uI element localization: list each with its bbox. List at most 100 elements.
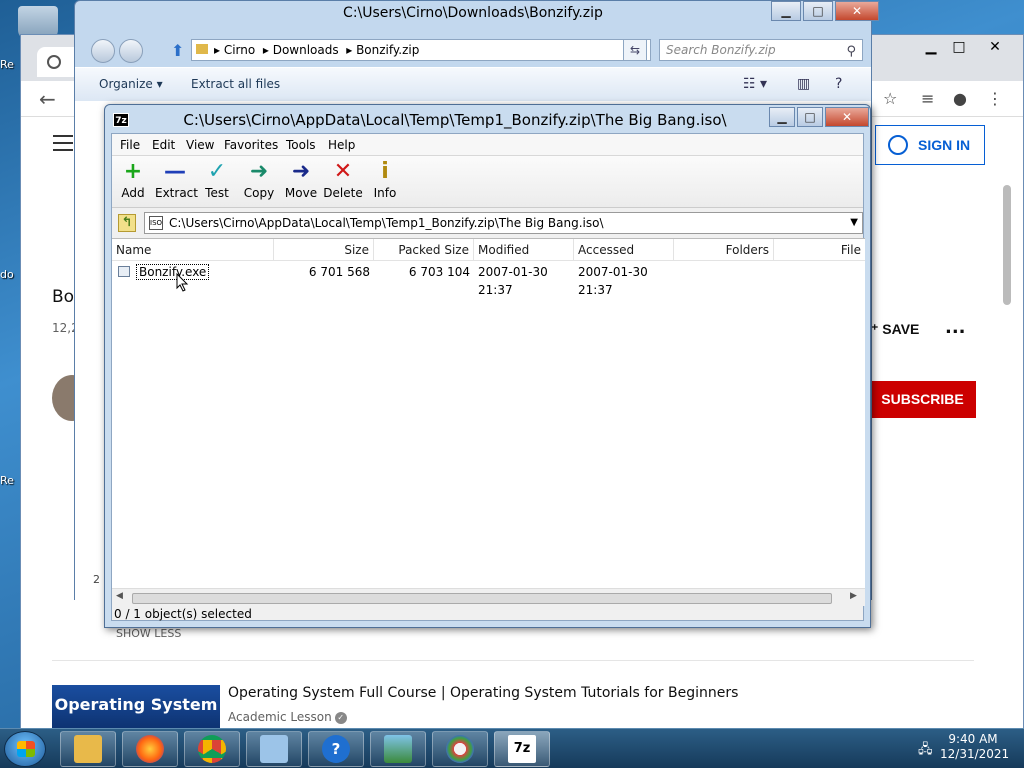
column-accessed[interactable]: Accessed: [574, 239, 674, 261]
organize-button[interactable]: Organize ▾: [99, 77, 163, 91]
video-thumbnail[interactable]: Operating System: [52, 685, 220, 728]
extract-button[interactable]: — Extract: [155, 158, 198, 200]
sign-in-button[interactable]: SIGN IN: [875, 125, 985, 165]
info-button[interactable]: i Info: [365, 158, 405, 200]
exe-file-icon: [118, 266, 130, 277]
scroll-left-icon[interactable]: ◀: [116, 591, 123, 601]
explorer-address-bar[interactable]: ▸ Cirno ▸ Downloads ▸ Bonzify.zip: [191, 39, 651, 61]
taskbar-clock[interactable]: 9:40 AM 12/31/2021: [940, 732, 1009, 762]
move-icon: ➜: [291, 159, 311, 184]
taskbar-photo-viewer[interactable]: [370, 731, 426, 767]
save-label: SAVE: [882, 321, 920, 337]
chevron-down-icon[interactable]: ▼: [850, 213, 858, 233]
minimize-button[interactable]: ▁: [769, 107, 795, 127]
bookmark-star-icon[interactable]: ☆: [883, 89, 897, 108]
hamburger-menu-icon[interactable]: [53, 135, 73, 156]
menu-file[interactable]: File: [120, 138, 140, 152]
preview-pane-icon[interactable]: ▥: [797, 76, 810, 92]
close-button[interactable]: ✕: [825, 107, 869, 127]
minimize-button[interactable]: ▁: [771, 1, 801, 21]
network-icon[interactable]: 🖧: [918, 740, 933, 762]
column-size[interactable]: Size: [274, 239, 374, 261]
delete-label: Delete: [323, 186, 363, 200]
7zip-title: C:\Users\Cirno\AppData\Local\Temp\Temp1_…: [183, 111, 727, 129]
info-label: Info: [373, 186, 397, 200]
test-icon: ✓: [207, 159, 227, 184]
column-modified[interactable]: Modified: [474, 239, 574, 261]
taskbar-explorer[interactable]: [60, 731, 116, 767]
copy-button[interactable]: ➜ Copy: [239, 158, 279, 200]
save-button[interactable]: ⁺ SAVE: [871, 321, 919, 338]
taskbar-7zip[interactable]: 7z: [494, 731, 550, 767]
start-button[interactable]: [4, 731, 46, 767]
menu-help[interactable]: Help: [328, 138, 355, 152]
recommended-video-title[interactable]: Operating System Full Course | Operating…: [228, 685, 738, 701]
control-panel-icon: [260, 735, 288, 763]
taskbar-firefox[interactable]: [122, 731, 178, 767]
search-icon: ⚲: [846, 44, 856, 59]
menu-view[interactable]: View: [186, 138, 214, 152]
table-row[interactable]: Bonzify.exe 6 701 568 6 703 104 2007-01-…: [112, 263, 865, 297]
horizontal-scrollbar[interactable]: ◀ ▶: [112, 588, 865, 606]
7zip-file-list: Name Size Packed Size Modified Accessed …: [112, 238, 865, 588]
taskbar-chrome[interactable]: [184, 731, 240, 767]
menu-favorites[interactable]: Favorites: [224, 138, 278, 152]
scrollbar-thumb[interactable]: [132, 593, 832, 604]
taskbar-paint[interactable]: [432, 731, 488, 767]
view-options-icon[interactable]: ☷ ▾: [743, 76, 767, 92]
info-icon: i: [381, 159, 389, 184]
browser-menu-icon[interactable]: ⋮: [987, 89, 1003, 108]
file-accessed-cell: 2007-01-30 21:37: [578, 265, 648, 297]
subscribe-button[interactable]: SUBSCRIBE: [869, 381, 976, 418]
back-arrow-icon[interactable]: ←: [39, 87, 56, 111]
desktop-icon-label[interactable]: Re: [0, 474, 14, 487]
search-placeholder: Search Bonzify.zip: [666, 43, 776, 57]
7zip-path-combobox[interactable]: ISO C:\Users\Cirno\AppData\Local\Temp\Te…: [144, 212, 863, 234]
close-button[interactable]: ✕: [835, 1, 879, 21]
recommended-channel[interactable]: Academic Lesson ✓: [228, 710, 347, 724]
more-options-button[interactable]: ...: [945, 317, 966, 338]
7zip-titlebar: 7z C:\Users\Cirno\AppData\Local\Temp\Tem…: [105, 105, 870, 133]
breadcrumb-item[interactable]: Bonzify.zip: [356, 43, 419, 57]
menu-tools[interactable]: Tools: [286, 138, 316, 152]
explorer-search-input[interactable]: Search Bonzify.zip ⚲: [659, 39, 863, 61]
taskbar-control-panel[interactable]: [246, 731, 302, 767]
page-scrollbar[interactable]: [1003, 185, 1011, 305]
desktop-icon-label[interactable]: do: [0, 268, 14, 281]
breadcrumb-item[interactable]: Downloads: [273, 43, 339, 57]
move-button[interactable]: ➜ Move: [281, 158, 321, 200]
taskbar-help[interactable]: ?: [308, 731, 364, 767]
breadcrumb-item[interactable]: Cirno: [224, 43, 255, 57]
up-arrow-icon[interactable]: ⬆: [171, 41, 184, 60]
up-folder-icon[interactable]: ↰: [118, 214, 136, 232]
column-files[interactable]: File: [774, 239, 865, 261]
column-folders[interactable]: Folders: [674, 239, 774, 261]
desktop: Re do Re ▁ □ ✕ ← ☆ ≡ ● ⋮ SIGN IN Bo 12,2…: [0, 0, 1024, 728]
profile-icon[interactable]: ●: [953, 89, 967, 108]
add-button[interactable]: + Add: [113, 158, 153, 200]
firefox-icon: [136, 735, 164, 763]
desktop-icon-label[interactable]: Re: [0, 58, 14, 71]
photo-viewer-icon: [384, 735, 412, 763]
7zip-path-bar: ↰ ISO C:\Users\Cirno\AppData\Local\Temp\…: [112, 210, 863, 236]
extract-label: Extract: [155, 186, 198, 200]
forward-button[interactable]: [119, 39, 143, 63]
show-less-link[interactable]: SHOW LESS: [116, 627, 181, 640]
refresh-button[interactable]: ⇆: [623, 39, 647, 61]
back-button[interactable]: [91, 39, 115, 63]
delete-button[interactable]: ✕ Delete: [323, 158, 363, 200]
scroll-right-icon[interactable]: ▶: [850, 591, 857, 601]
extract-all-button[interactable]: Extract all files: [191, 77, 280, 91]
maximize-button[interactable]: □: [803, 1, 833, 21]
menu-edit[interactable]: Edit: [152, 138, 175, 152]
maximize-button[interactable]: □: [943, 37, 975, 57]
maximize-button[interactable]: □: [797, 107, 823, 127]
media-control-icon[interactable]: ≡: [921, 89, 934, 108]
column-packed-size[interactable]: Packed Size: [374, 239, 474, 261]
7zip-icon: 7z: [508, 735, 536, 763]
column-name[interactable]: Name: [112, 239, 274, 261]
explorer-command-bar: Organize ▾ Extract all files ☷ ▾ ▥ ?: [75, 67, 871, 101]
test-button[interactable]: ✓ Test: [197, 158, 237, 200]
help-icon[interactable]: ?: [835, 76, 842, 92]
close-button[interactable]: ✕: [979, 37, 1011, 57]
